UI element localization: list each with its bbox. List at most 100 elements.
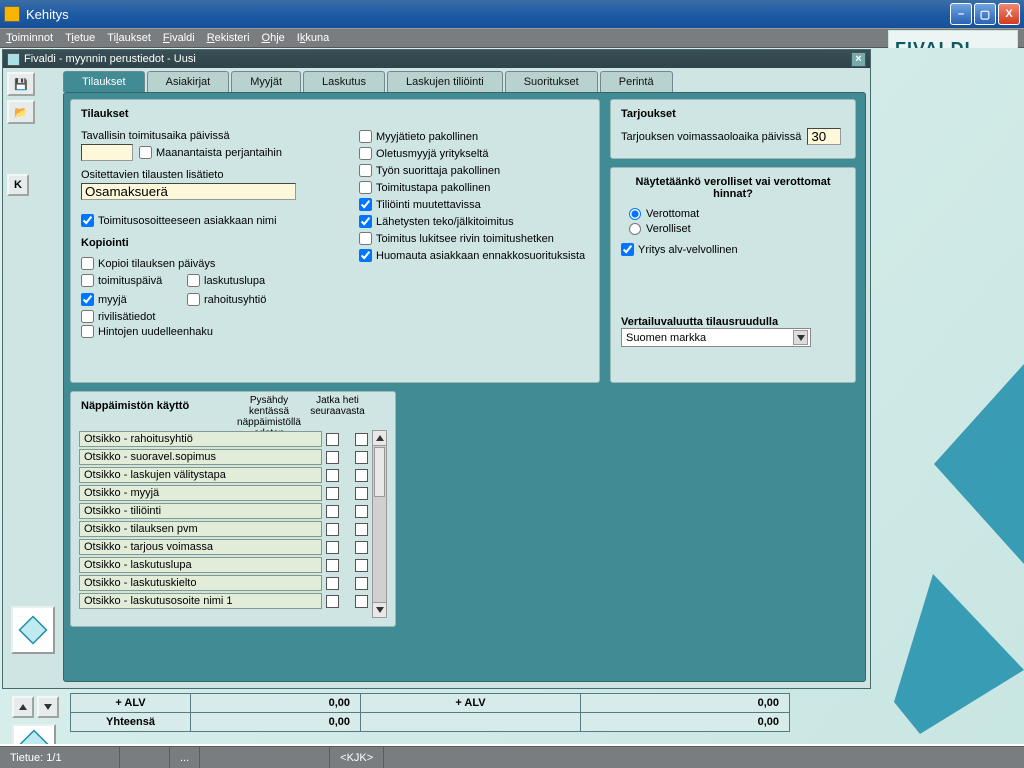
kopiointi-heading: Kopiointi (81, 237, 331, 249)
kop-myyja-label: myyjä (98, 294, 127, 306)
right-check-2[interactable] (359, 164, 372, 177)
right-check-5[interactable] (359, 215, 372, 228)
background-decoration (894, 574, 1024, 734)
right-check-label-5: Lähetysten teko/jälkitoimitus (376, 216, 514, 228)
keyboard-stop-checkbox[interactable] (326, 487, 339, 500)
addrinfo-input[interactable] (81, 183, 296, 200)
keyboard-stop-checkbox[interactable] (326, 541, 339, 554)
kop-kopioi-label: Kopioi tilauksen päiväys (98, 258, 215, 270)
kop-toimituspaiva-checkbox[interactable] (81, 274, 94, 287)
keyboard-row: Otsikko - laskujen välitystapa (79, 466, 368, 484)
status-user: <KJK> (330, 747, 384, 768)
tarjous-voimassa-input[interactable] (807, 128, 841, 145)
keyboard-stop-checkbox[interactable] (326, 595, 339, 608)
tab-perintä[interactable]: Perintä (600, 71, 673, 92)
right-check-7[interactable] (359, 249, 372, 262)
kop-kopioi-checkbox[interactable] (81, 257, 94, 270)
menu-tietue[interactable]: Tietue (65, 32, 95, 44)
footer-alv-val-1: 0,00 (191, 694, 361, 713)
keyboard-row: Otsikko - suoravel.sopimus (79, 448, 368, 466)
right-check-3[interactable] (359, 181, 372, 194)
right-check-6[interactable] (359, 232, 372, 245)
subwindow-close-button[interactable]: × (851, 52, 866, 67)
tab-suoritukset[interactable]: Suoritukset (505, 71, 598, 92)
window-minimize-button[interactable]: – (950, 3, 972, 25)
save-button[interactable]: 💾 (7, 72, 35, 96)
kop-rahoitusyhtio-checkbox[interactable] (187, 293, 200, 306)
java-icon (4, 6, 20, 22)
tab-tilaukset[interactable]: Tilaukset (63, 71, 145, 92)
logo-button-2[interactable] (12, 724, 56, 744)
menu-ohje[interactable]: Ohje (262, 32, 285, 44)
keyboard-row: Otsikko - myyjä (79, 484, 368, 502)
menu-toiminnot[interactable]: Toiminnot (6, 32, 53, 44)
delivery-customer-name-checkbox[interactable] (81, 214, 94, 227)
vertailuvaluutta-select[interactable]: Suomen markka (621, 328, 811, 347)
tab-myyjät[interactable]: Myyjät (231, 71, 301, 92)
keyboard-continue-checkbox[interactable] (355, 577, 368, 590)
mon-to-fri-checkbox[interactable] (139, 146, 152, 159)
right-check-1[interactable] (359, 147, 372, 160)
keyboard-row-label: Otsikko - laskutuskielto (79, 575, 322, 591)
keyboard-continue-checkbox[interactable] (355, 505, 368, 518)
keyboard-continue-checkbox[interactable] (355, 541, 368, 554)
open-button[interactable]: 📂 (7, 100, 35, 124)
window-close-button[interactable]: X (998, 3, 1020, 25)
menu-rekisteri[interactable]: Rekisteri (207, 32, 250, 44)
kop-hintojen-checkbox[interactable] (81, 325, 94, 338)
keyboard-stop-checkbox[interactable] (326, 505, 339, 518)
keyboard-continue-checkbox[interactable] (355, 523, 368, 536)
keyboard-continue-checkbox[interactable] (355, 451, 368, 464)
verottomat-radio[interactable] (629, 208, 641, 220)
nav-down-button[interactable] (37, 696, 59, 718)
delivery-customer-name-label: Toimitusosoitteeseen asiakkaan nimi (98, 215, 277, 227)
keyboard-row: Otsikko - laskutuslupa (79, 556, 368, 574)
verolliset-radio[interactable] (629, 223, 641, 235)
scroll-down-button[interactable] (373, 602, 386, 617)
kop-rivilisatiedot-label: rivilisätiedot (98, 311, 155, 323)
window-title: Kehitys (26, 7, 950, 22)
kop-myyja-checkbox[interactable] (81, 293, 94, 306)
keyboard-continue-checkbox[interactable] (355, 595, 368, 608)
k-button[interactable]: K (7, 174, 29, 196)
right-check-0[interactable] (359, 130, 372, 143)
delivery-days-input[interactable] (81, 144, 133, 161)
kop-rivilisatiedot-checkbox[interactable] (81, 310, 94, 323)
menubar: Toiminnot Tietue Tilaukset Fivaldi Rekis… (0, 28, 1024, 48)
scroll-up-button[interactable] (373, 431, 386, 446)
keyboard-row-label: Otsikko - laskujen välitystapa (79, 467, 322, 483)
footer-alv-label-2: + ALV (361, 694, 581, 713)
keyboard-continue-checkbox[interactable] (355, 487, 368, 500)
right-check-label-0: Myyjätieto pakollinen (376, 131, 478, 143)
right-check-label-2: Työn suorittaja pakollinen (376, 165, 500, 177)
menu-ikkuna[interactable]: Ikkuna (297, 32, 329, 44)
tab-laskutus[interactable]: Laskutus (303, 71, 385, 92)
menu-tilaukset[interactable]: Tilaukset (107, 32, 151, 44)
nav-up-button[interactable] (12, 696, 34, 718)
keyboard-row-label: Otsikko - tiliöinti (79, 503, 322, 519)
yritys-alv-checkbox[interactable] (621, 243, 634, 256)
tab-laskujen tiliöinti[interactable]: Laskujen tiliöinti (387, 71, 503, 92)
keyboard-stop-checkbox[interactable] (326, 451, 339, 464)
keyboard-continue-checkbox[interactable] (355, 469, 368, 482)
kop-laskutuslupa-checkbox[interactable] (187, 274, 200, 287)
right-check-4[interactable] (359, 198, 372, 211)
logo-button[interactable] (11, 606, 55, 654)
right-check-label-7: Huomauta asiakkaan ennakkosuorituksista (376, 250, 585, 262)
keyboard-stop-checkbox[interactable] (326, 577, 339, 590)
tarjous-voimassa-label: Tarjouksen voimassaoloaika päivissä (621, 131, 801, 143)
footer-alv-val-2: 0,00 (581, 694, 790, 713)
keyboard-continue-checkbox[interactable] (355, 559, 368, 572)
tab-bar: TilauksetAsiakirjatMyyjätLaskutusLaskuje… (63, 70, 866, 92)
keyboard-scrollbar[interactable] (372, 430, 387, 618)
keyboard-continue-checkbox[interactable] (355, 433, 368, 446)
delivery-days-label: Tavallisin toimitusaika päivissä (81, 130, 331, 142)
keyboard-stop-checkbox[interactable] (326, 433, 339, 446)
tab-asiakirjat[interactable]: Asiakirjat (147, 71, 230, 92)
scroll-thumb[interactable] (374, 447, 385, 497)
keyboard-stop-checkbox[interactable] (326, 469, 339, 482)
keyboard-stop-checkbox[interactable] (326, 523, 339, 536)
menu-fivaldi[interactable]: Fivaldi (163, 32, 195, 44)
window-maximize-button[interactable]: ▢ (974, 3, 996, 25)
keyboard-stop-checkbox[interactable] (326, 559, 339, 572)
